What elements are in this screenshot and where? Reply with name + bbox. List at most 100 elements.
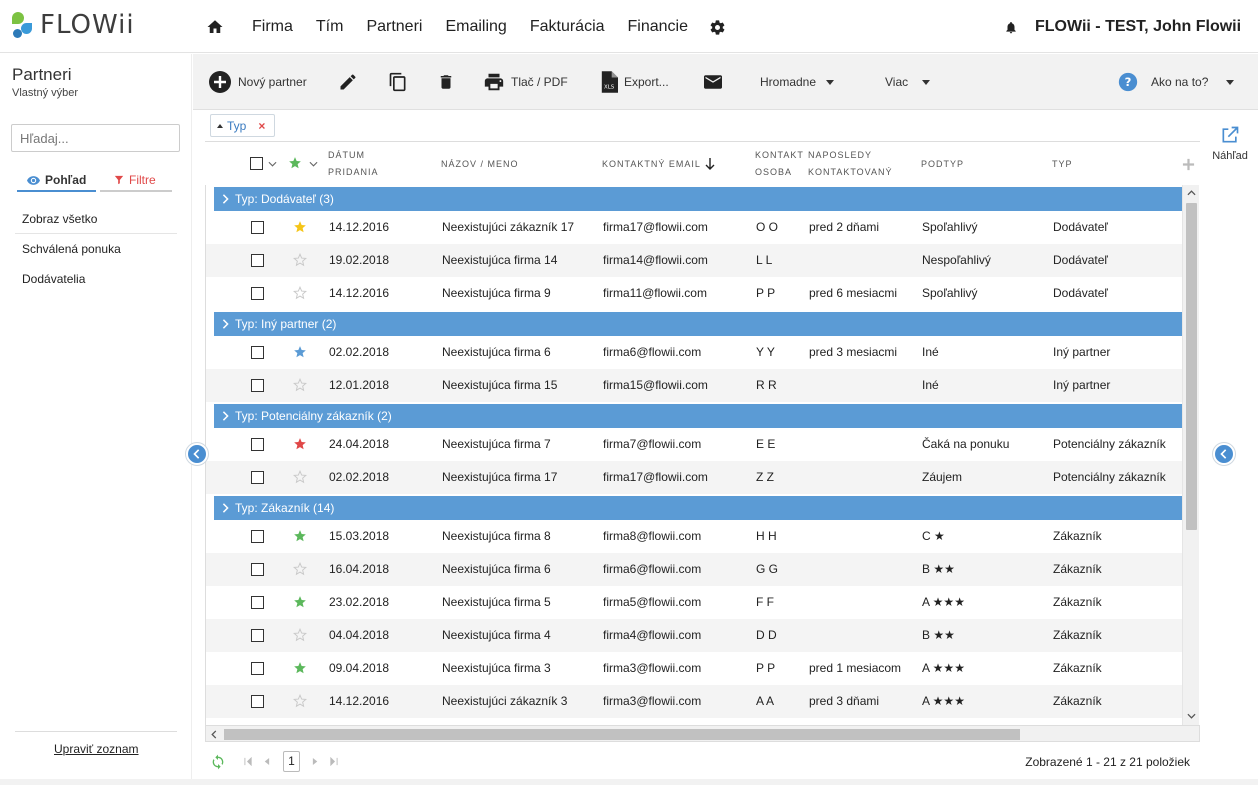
user-name[interactable]: FLOWii - TEST, John Flowii: [1035, 18, 1241, 36]
print-pdf-button[interactable]: Tlač / PDF: [483, 54, 568, 110]
delete-button[interactable]: [437, 54, 455, 110]
nav-partneri[interactable]: Partneri: [366, 18, 422, 36]
nav-financie[interactable]: Financie: [628, 18, 688, 36]
star-filled-icon[interactable]: [293, 437, 307, 451]
star-outline-icon[interactable]: [293, 562, 307, 576]
row-checkbox[interactable]: [251, 254, 264, 267]
copy-button[interactable]: [388, 54, 408, 110]
star-outline-icon[interactable]: [293, 470, 307, 484]
table-row[interactable]: 04.04.2018 Neexistujúca firma 4 firma4@flo…: [206, 619, 1182, 652]
horizontal-scrollbar[interactable]: [205, 725, 1200, 742]
star-outline-icon[interactable]: [293, 286, 307, 300]
last-page-icon[interactable]: [329, 757, 338, 766]
view-item-all[interactable]: Zobraz všetko: [15, 204, 177, 234]
table-row[interactable]: 14.12.2016 Neexistujúca firma 9 firma11@fl…: [206, 277, 1182, 310]
star-filled-icon[interactable]: [293, 661, 307, 675]
bell-icon[interactable]: [1004, 20, 1018, 35]
table-row[interactable]: 16.04.2018 Neexistujúca firma 6 firma6@flo…: [206, 553, 1182, 586]
table-row[interactable]: 02.02.2018 Neexistujúca firma 17 firma17@f…: [206, 461, 1182, 494]
search-input[interactable]: [11, 124, 180, 152]
star-filled-icon[interactable]: [293, 345, 307, 359]
star-filter-icon[interactable]: [288, 156, 302, 170]
next-page-icon[interactable]: [312, 757, 319, 766]
vertical-scrollbar[interactable]: [1182, 185, 1199, 725]
row-checkbox[interactable]: [251, 221, 264, 234]
preview-toggle[interactable]: Náhľad: [1212, 125, 1248, 162]
more-dropdown[interactable]: Viac: [885, 54, 931, 110]
tab-view[interactable]: Pohľad: [17, 170, 96, 192]
star-outline-icon[interactable]: [293, 378, 307, 392]
col-type[interactable]: TYP: [1052, 142, 1073, 186]
nav-emailing[interactable]: Emailing: [445, 18, 506, 36]
nav-fakturacia[interactable]: Fakturácia: [530, 18, 605, 36]
row-checkbox[interactable]: [251, 695, 264, 708]
row-checkbox[interactable]: [251, 287, 264, 300]
edit-button[interactable]: [338, 54, 358, 110]
row-checkbox[interactable]: [251, 662, 264, 675]
vertical-scroll-thumb[interactable]: [1186, 203, 1197, 530]
col-email[interactable]: KONTAKTNÝ EMAIL: [602, 142, 715, 186]
table-row[interactable]: 19.02.2018 Neexistujúca firma 14 firma14@f…: [206, 244, 1182, 277]
edit-list-link[interactable]: Upraviť zoznam: [54, 742, 139, 756]
add-column-icon[interactable]: [1182, 158, 1195, 171]
new-partner-button[interactable]: Nový partner: [208, 54, 307, 110]
home-icon[interactable]: [206, 18, 224, 36]
row-checkbox[interactable]: [251, 438, 264, 451]
table-row[interactable]: 12.01.2018 Neexistujúca firma 15 firma15@f…: [206, 369, 1182, 402]
star-outline-icon[interactable]: [293, 253, 307, 267]
scroll-up-icon[interactable]: [1187, 190, 1196, 196]
col-date[interactable]: DÁTUM PRIDANIA: [328, 142, 379, 186]
logo[interactable]: FLOWii: [12, 10, 135, 40]
scroll-down-icon[interactable]: [1187, 713, 1196, 719]
col-subtype[interactable]: PODTYP: [921, 142, 964, 186]
table-row[interactable]: 02.02.2018 Neexistujúca firma 6 firma6@flo…: [206, 336, 1182, 369]
nav-firma[interactable]: Firma: [252, 18, 293, 36]
view-item-approved[interactable]: Schválená ponuka: [15, 234, 177, 264]
col-last-contacted[interactable]: NAPOSLEDY KONTAKTOVANÝ: [808, 142, 893, 186]
group-by-chip[interactable]: Typ ×: [210, 114, 275, 137]
remove-group-icon[interactable]: ×: [258, 119, 265, 133]
collapse-left-panel-button[interactable]: [186, 443, 208, 465]
row-checkbox[interactable]: [251, 596, 264, 609]
expand-preview-button[interactable]: [1213, 443, 1235, 465]
group-header[interactable]: Typ: Dodávateľ (3): [214, 187, 1182, 211]
col-name[interactable]: NÁZOV / MENO: [441, 142, 519, 186]
star-filled-icon[interactable]: [293, 529, 307, 543]
star-outline-icon[interactable]: [293, 628, 307, 642]
tab-filter[interactable]: Filtre: [100, 170, 172, 192]
row-checkbox[interactable]: [251, 346, 264, 359]
table-row[interactable]: 14.12.2016 Neexistujúci zákazník 3 firma3@…: [206, 685, 1182, 718]
select-all-checkbox[interactable]: [250, 157, 263, 170]
refresh-icon[interactable]: [210, 754, 226, 770]
export-button[interactable]: XLS Export...: [600, 54, 669, 110]
scroll-left-icon[interactable]: [211, 730, 217, 739]
nav-tim[interactable]: Tím: [316, 18, 344, 36]
group-header[interactable]: Typ: Iný partner (2): [214, 312, 1182, 336]
star-filled-icon[interactable]: [293, 220, 307, 234]
star-outline-icon[interactable]: [293, 694, 307, 708]
view-item-suppliers[interactable]: Dodávatelia: [15, 264, 177, 294]
row-checkbox[interactable]: [251, 530, 264, 543]
table-row[interactable]: 23.02.2018 Neexistujúca firma 5 firma5@flo…: [206, 586, 1182, 619]
row-checkbox[interactable]: [251, 563, 264, 576]
table-row[interactable]: 14.12.2016 Neexistujúci zákazník 17 firma1…: [206, 211, 1182, 244]
table-row[interactable]: 15.03.2018 Neexistujúca firma 8 firma8@flo…: [206, 520, 1182, 553]
bulk-dropdown[interactable]: Hromadne: [760, 54, 835, 110]
prev-page-icon[interactable]: [263, 757, 270, 766]
group-header[interactable]: Typ: Zákazník (14): [214, 496, 1182, 520]
help-dropdown[interactable]: ? Ako na to?: [1118, 54, 1235, 110]
star-filled-icon[interactable]: [293, 595, 307, 609]
row-checkbox[interactable]: [251, 379, 264, 392]
gear-icon[interactable]: [709, 19, 726, 36]
group-header[interactable]: Typ: Potenciálny zákazník (2): [214, 404, 1182, 428]
row-checkbox[interactable]: [251, 629, 264, 642]
current-page[interactable]: 1: [283, 751, 300, 772]
horizontal-scroll-thumb[interactable]: [224, 729, 1020, 740]
chevron-down-icon[interactable]: [309, 161, 318, 167]
chevron-down-icon[interactable]: [268, 161, 277, 167]
col-contact[interactable]: KONTAKT OSOBA: [755, 142, 804, 186]
table-row[interactable]: 09.04.2018 Neexistujúca firma 3 firma3@flo…: [206, 652, 1182, 685]
row-checkbox[interactable]: [251, 471, 264, 484]
email-button[interactable]: [704, 54, 722, 110]
table-row[interactable]: 24.04.2018 Neexistujúca firma 7 firma7@flo…: [206, 428, 1182, 461]
